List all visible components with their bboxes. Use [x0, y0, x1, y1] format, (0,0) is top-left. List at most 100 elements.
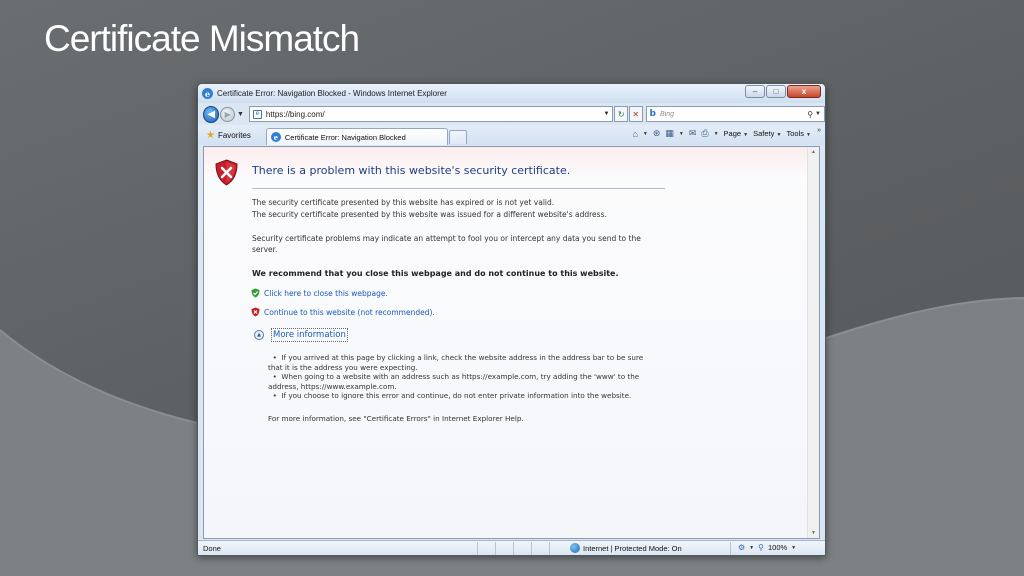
safety-menu-label: Safety	[753, 129, 775, 138]
window-title: Certificate Error: Navigation Blocked - …	[217, 89, 447, 98]
cert-expired-text: The security certificate presented by th…	[252, 198, 555, 207]
command-bar: ⌂ ▼ ⊛ ▦ ▼ ✉ ⎙ ▼ Page ▼ Safety ▼ Tools ▼	[632, 128, 811, 139]
heading-divider	[252, 188, 665, 189]
status-divider	[531, 542, 532, 555]
list-item: • When going to a website with an addres…	[268, 372, 640, 391]
more-information-toggle[interactable]: ▲ More information	[254, 328, 348, 342]
favorites-button[interactable]: ★ Favorites	[206, 130, 251, 141]
error-shield-icon	[215, 159, 238, 186]
protected-mode-dropdown-icon[interactable]: ▼	[749, 545, 754, 551]
tab-bar: ★ Favorites e Certificate Error: Navigat…	[198, 125, 825, 145]
refresh-button[interactable]: ↻	[614, 106, 628, 122]
tab-page-icon: e	[270, 132, 281, 142]
window-controls: – □ x	[745, 85, 821, 98]
title-bar: e Certificate Error: Navigation Blocked …	[198, 84, 825, 103]
print-dropdown-icon[interactable]: ▼	[714, 131, 719, 137]
close-page-link[interactable]: Click here to close this webpage.	[264, 289, 388, 298]
page-menu[interactable]: Page ▼	[724, 129, 749, 138]
status-divider	[549, 542, 550, 555]
print-icon[interactable]: ⎙	[701, 128, 708, 139]
collapse-chevron-icon[interactable]: ▲	[254, 330, 264, 340]
more-information-link[interactable]: More information	[271, 328, 348, 342]
list-item: • If you arrived at this page by clickin…	[268, 353, 644, 372]
cert-warning-text: Security certificate problems may indica…	[252, 234, 641, 254]
ie-logo-icon: e	[202, 88, 213, 99]
status-divider	[513, 542, 514, 555]
page-dropdown-icon: ▼	[743, 132, 749, 138]
tools-menu-label: Tools	[786, 129, 804, 138]
safety-menu[interactable]: Safety ▼	[753, 129, 781, 138]
slide-title: Certificate Mismatch	[44, 18, 360, 59]
zoom-dropdown-icon[interactable]: ▼	[791, 545, 796, 551]
cert-mismatch-text: The security certificate presented by th…	[252, 210, 607, 219]
forward-button[interactable]: ▶	[220, 106, 235, 122]
stop-icon: ✕	[632, 109, 640, 119]
tools-menu[interactable]: Tools ▼	[786, 129, 811, 138]
feeds-icon[interactable]: ⊛	[653, 128, 661, 139]
home-icon[interactable]: ⌂	[632, 129, 637, 139]
bullet-text: If you arrived at this page by clicking …	[268, 353, 644, 372]
search-placeholder[interactable]: Bing	[660, 111, 674, 118]
close-button[interactable]: x	[787, 85, 821, 98]
search-box[interactable]: b Bing ⚲ ▼	[645, 106, 825, 122]
back-arrow-icon: ◀	[207, 108, 216, 120]
minimize-button[interactable]: –	[745, 85, 765, 98]
back-button[interactable]: ◀	[203, 105, 220, 123]
forward-arrow-icon: ▶	[224, 109, 231, 119]
new-tab-button[interactable]	[448, 130, 467, 144]
stop-button[interactable]: ✕	[628, 106, 643, 122]
tab-label: Certificate Error: Navigation Blocked	[284, 132, 406, 142]
read-mail-icon[interactable]: ▦	[665, 128, 674, 139]
list-item: • If you choose to ignore this error and…	[268, 391, 632, 401]
browser-window: e Certificate Error: Navigation Blocked …	[197, 83, 826, 556]
recommendation-text: We recommend that you close this webpage…	[252, 269, 619, 278]
mail-icon[interactable]: ✉	[689, 128, 697, 139]
vertical-scrollbar[interactable]: ▲ ▼	[807, 147, 819, 538]
search-icon[interactable]: ⚲	[807, 110, 813, 119]
address-bar[interactable]: e https://bing.com/ ▼	[248, 106, 614, 122]
feeds-dropdown-icon[interactable]: ▼	[679, 131, 684, 137]
red-shield-icon	[251, 307, 260, 317]
globe-icon	[570, 543, 580, 553]
page-icon: e	[252, 109, 262, 119]
protected-mode-icon[interactable]: ⚙	[738, 543, 745, 552]
page-menu-label: Page	[723, 129, 742, 138]
favorites-label: Favorites	[217, 130, 251, 140]
search-dropdown-icon[interactable]: ▼	[815, 111, 821, 117]
tab-certificate-error[interactable]: e Certificate Error: Navigation Blocked	[265, 128, 448, 145]
help-text: For more information, see "Certificate E…	[268, 414, 524, 423]
more-information-list: • If you arrived at this page by clickin…	[268, 353, 658, 401]
safety-dropdown-icon: ▼	[776, 132, 782, 138]
status-divider	[477, 542, 478, 555]
continue-link[interactable]: Continue to this website (not recommende…	[264, 308, 435, 317]
tools-dropdown-icon: ▼	[806, 132, 811, 138]
bullet-text: If you choose to ignore this error and c…	[281, 391, 632, 401]
status-divider	[495, 542, 496, 555]
status-text: Done	[203, 544, 221, 553]
scroll-down-icon[interactable]: ▼	[808, 528, 819, 538]
bing-logo-icon: b	[649, 109, 656, 119]
zoom-icon[interactable]: ⚲	[758, 543, 764, 552]
green-shield-icon	[251, 288, 260, 298]
status-divider	[730, 542, 731, 555]
address-dropdown-icon[interactable]: ▼	[603, 111, 609, 117]
navigation-bar: ◀ ▶ ▼ e https://bing.com/ ▼ ↻ ✕ b Bing ⚲…	[198, 103, 825, 125]
zoom-level[interactable]: 100%	[768, 543, 787, 552]
home-dropdown-icon[interactable]: ▼	[643, 131, 648, 137]
scroll-up-icon[interactable]: ▲	[808, 147, 819, 157]
star-icon: ★	[206, 129, 215, 141]
security-zone[interactable]: Internet | Protected Mode: On	[570, 543, 682, 553]
close-page-link-row[interactable]: Click here to close this webpage.	[251, 288, 388, 298]
zone-text: Internet | Protected Mode: On	[583, 543, 682, 553]
error-heading: There is a problem with this website's s…	[252, 164, 571, 177]
chevron-more-icon[interactable]: »	[817, 127, 821, 134]
bullet-text: When going to a website with an address …	[268, 372, 640, 391]
continue-link-row[interactable]: Continue to this website (not recommende…	[251, 307, 435, 317]
status-bar: Done Internet | Protected Mode: On ⚙ ▼ ⚲…	[198, 540, 825, 555]
refresh-icon: ↻	[617, 109, 625, 119]
page-content: There is a problem with this website's s…	[203, 146, 820, 539]
history-dropdown-icon[interactable]: ▼	[237, 111, 244, 118]
address-url[interactable]: https://bing.com/	[266, 110, 325, 119]
zoom-control[interactable]: ⚙ ▼ ⚲ 100% ▼	[738, 543, 796, 552]
maximize-button[interactable]: □	[766, 85, 786, 98]
